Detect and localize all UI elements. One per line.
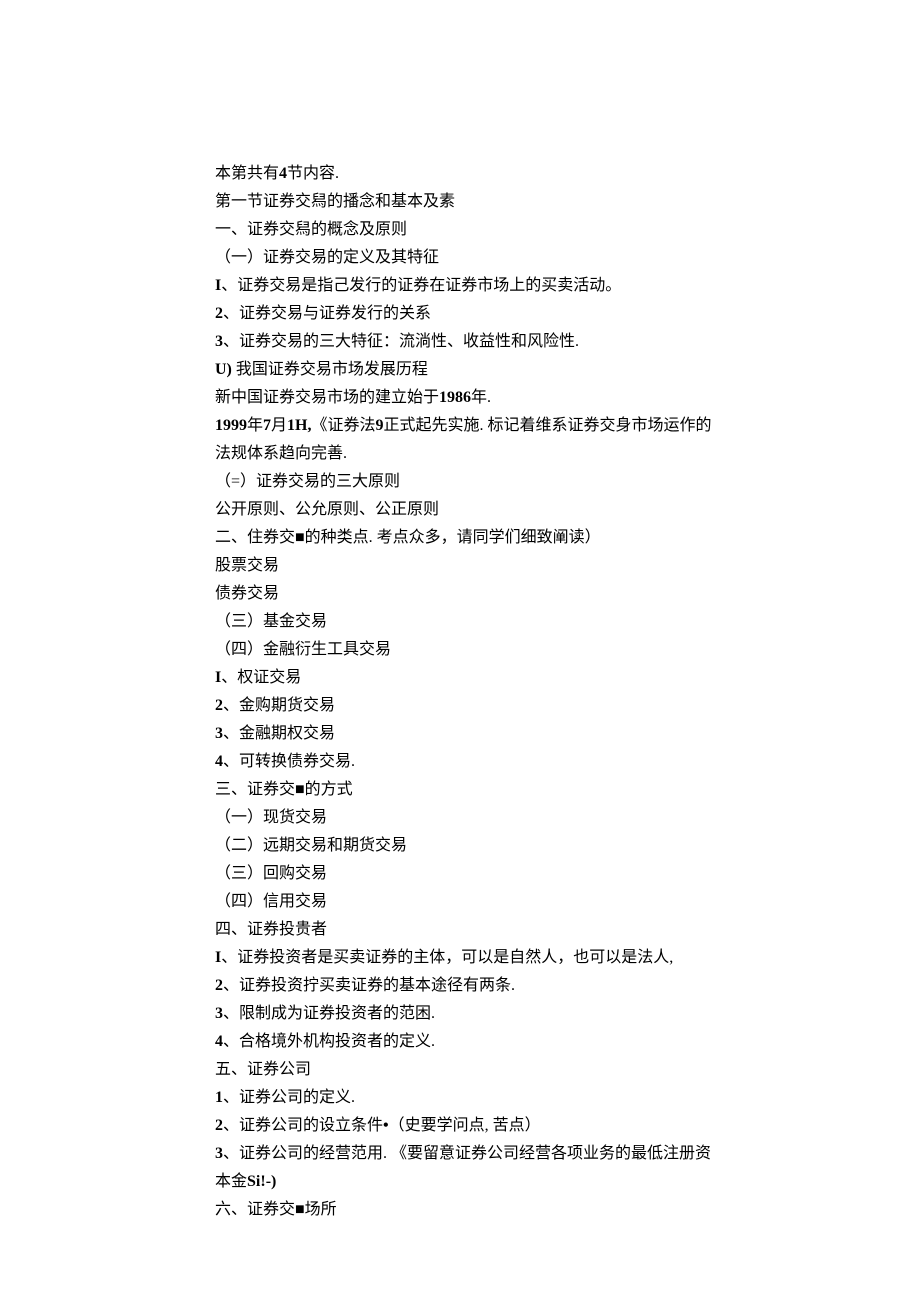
- text-line: （一）现货交易: [215, 804, 725, 832]
- text-line: I、证券交易是指己发行的证券在证券市场上的买卖活动。: [215, 272, 725, 300]
- text-line: I、证券投资者是买卖证券的主体，可以是自然人，也可以是法人,: [215, 944, 725, 972]
- text-line: 四、证券投贵者: [215, 916, 725, 944]
- text-line: 3、证券公司的经营范用. 《要留意证券公司经营各项业务的最低注册资本金Si!-): [215, 1140, 725, 1196]
- text-line: 2、证券交易与证券发行的关系: [215, 300, 725, 328]
- text-line: （=）证券交易的三大原则: [215, 468, 725, 496]
- text-line: U) 我国证券交易市场发展历程: [215, 356, 725, 384]
- text-line: 一、证券交舄的概念及原则: [215, 216, 725, 244]
- text-line: 2、金购期货交易: [215, 692, 725, 720]
- text-line: （四）金融衍生工具交易: [215, 636, 725, 664]
- text-line: 1999年7月1H,《证券法9正式起先实施. 标记着维系证券交身市场运作的法规体…: [215, 412, 725, 468]
- text-line: 3、限制成为证券投资者的范困.: [215, 1000, 725, 1028]
- text-line: 3、金融期权交易: [215, 720, 725, 748]
- text-line: （四）信用交易: [215, 888, 725, 916]
- text-line: 股票交易: [215, 552, 725, 580]
- text-line: 三、证券交■的方式: [215, 776, 725, 804]
- text-line: （二）远期交易和期货交易: [215, 832, 725, 860]
- text-line: 4、可转换债券交易.: [215, 748, 725, 776]
- text-line: 4、合格境外机构投资者的定义.: [215, 1028, 725, 1056]
- text-line: （三）基金交易: [215, 608, 725, 636]
- text-line: 2、证券投资拧买卖证券的基本途径有两条.: [215, 972, 725, 1000]
- text-line: 二、住券交■的种类点. 考点众多，请同学们细致阐读）: [215, 524, 725, 552]
- text-line: 新中国证券交易市场的建立始于1986年.: [215, 384, 725, 412]
- text-line: （一）证券交易的定义及其特征: [215, 244, 725, 272]
- text-line: 本第共有4节内容.: [215, 160, 725, 188]
- text-line: 2、证券公司的设立条件•（史要学问点, 苦点）: [215, 1112, 725, 1140]
- document-content: 本第共有4节内容.第一节证券交舄的播念和基本及素一、证券交舄的概念及原则（一）证…: [215, 160, 725, 1224]
- text-line: 3、证券交易的三大特征：流淌性、收益性和风险性.: [215, 328, 725, 356]
- text-line: 第一节证券交舄的播念和基本及素: [215, 188, 725, 216]
- text-line: 公开原则、公允原则、公正原则: [215, 496, 725, 524]
- text-line: （三）回购交易: [215, 860, 725, 888]
- text-line: 债券交易: [215, 580, 725, 608]
- text-line: 五、证券公司: [215, 1056, 725, 1084]
- text-line: 六、证券交■场所: [215, 1196, 725, 1224]
- text-line: I、权证交易: [215, 664, 725, 692]
- text-line: 1、证券公司的定义.: [215, 1084, 725, 1112]
